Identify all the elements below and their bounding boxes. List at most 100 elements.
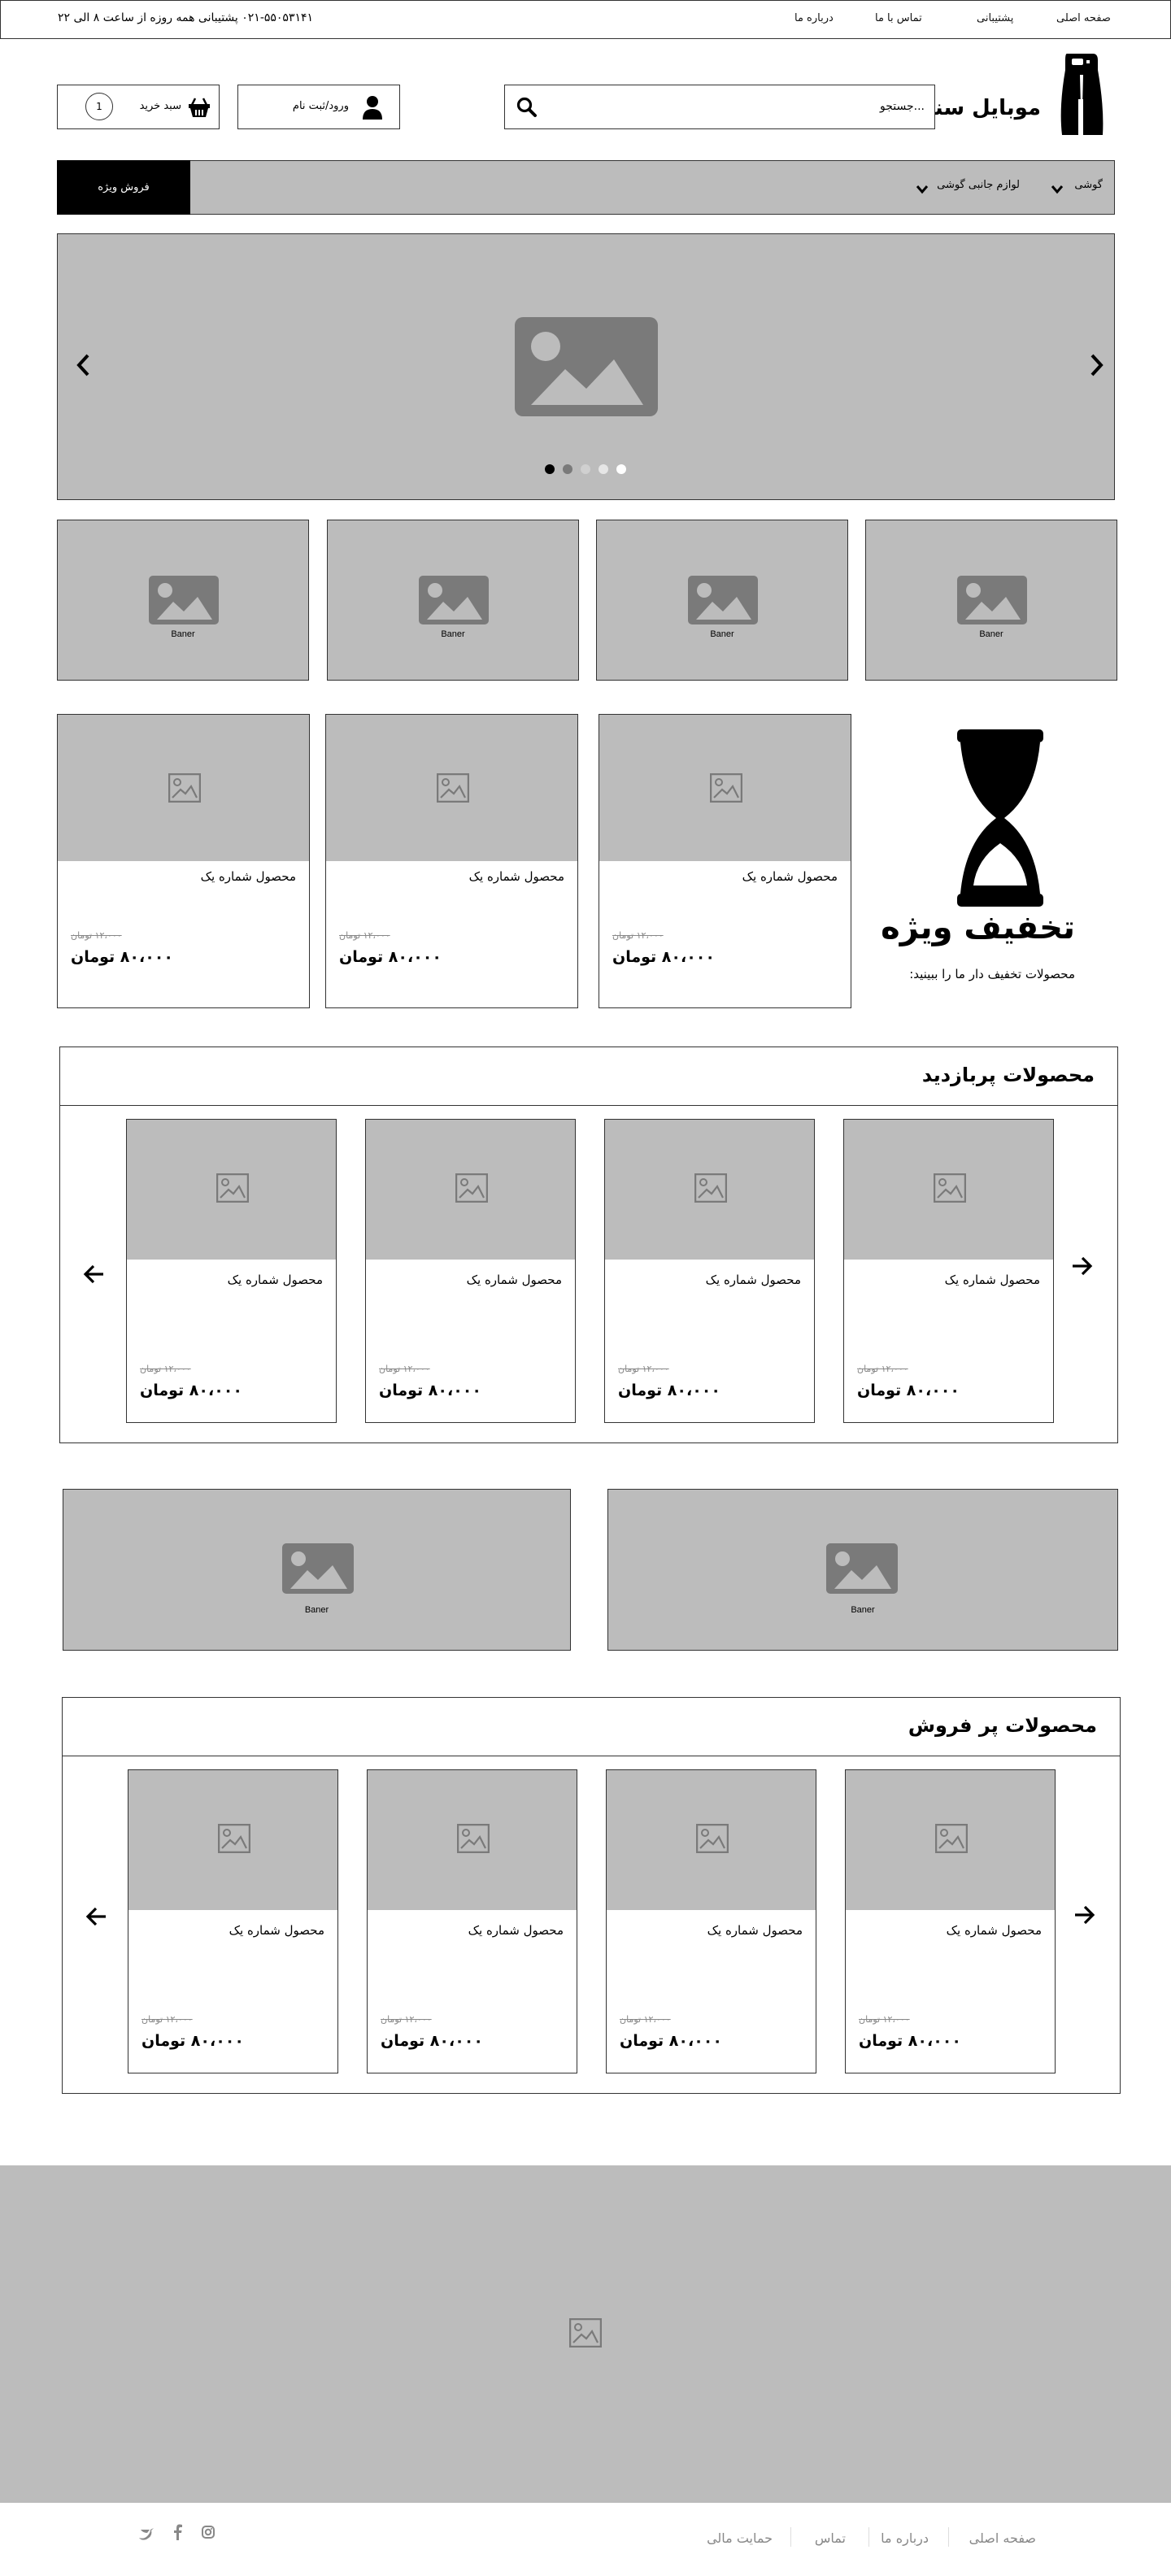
- image-placeholder-icon: [217, 1823, 250, 1856]
- topnav-support-link[interactable]: پشتیبانی: [977, 12, 1013, 24]
- footer-image-area: [0, 2165, 1171, 2503]
- product-card[interactable]: محصول شماره یک ۱۲،۰۰۰ تومان ۸۰،۰۰۰ تومان: [365, 1119, 576, 1423]
- product-card[interactable]: محصول شماره یک ۱۲،۰۰۰ تومان ۸۰،۰۰۰ تومان: [57, 714, 310, 1008]
- user-icon: [362, 95, 383, 123]
- product-title[interactable]: محصول شماره یک: [706, 1273, 801, 1287]
- product-title[interactable]: محصول شماره یک: [467, 1273, 562, 1287]
- product-title[interactable]: محصول شماره یک: [469, 869, 564, 884]
- menu-item-phones[interactable]: گوشی: [1074, 179, 1103, 191]
- banner-label: Baner: [441, 629, 465, 639]
- topnav-home-link[interactable]: صفحه اصلی: [1056, 12, 1111, 24]
- product-price: ۸۰،۰۰۰ تومان: [379, 1382, 481, 1399]
- product-old-price: ۱۲،۰۰۰ تومان: [379, 1364, 430, 1374]
- product-card[interactable]: محصول شماره یک ۱۲،۰۰۰ تومان ۸۰،۰۰۰ تومان: [325, 714, 578, 1008]
- product-image[interactable]: [846, 1770, 1055, 1910]
- image-placeholder-icon: [436, 772, 469, 806]
- menu-item-accessories[interactable]: لوازم جانبی گوشی: [937, 179, 1020, 191]
- product-image[interactable]: [127, 1120, 336, 1260]
- product-price: ۸۰،۰۰۰ تومان: [140, 1382, 242, 1399]
- slider-dot[interactable]: [616, 464, 626, 474]
- product-image[interactable]: [844, 1120, 1053, 1260]
- product-card[interactable]: محصول شماره یک ۱۲،۰۰۰ تومان ۸۰،۰۰۰ تومان: [843, 1119, 1054, 1423]
- instagram-icon[interactable]: [202, 2526, 215, 2542]
- product-image[interactable]: [128, 1770, 337, 1910]
- hero-slider[interactable]: [57, 233, 1115, 500]
- image-placeholder-icon: [957, 576, 1027, 628]
- chevron-left-icon[interactable]: [76, 353, 90, 381]
- slider-dot[interactable]: [581, 464, 590, 474]
- product-old-price: ۱۲،۰۰۰ تومان: [140, 1364, 191, 1374]
- product-card[interactable]: محصول شماره یک ۱۲،۰۰۰ تومان ۸۰،۰۰۰ تومان: [599, 714, 851, 1008]
- product-price: ۸۰،۰۰۰ تومان: [620, 2032, 722, 2050]
- product-title[interactable]: محصول شماره یک: [707, 1923, 803, 1938]
- footer-link-home[interactable]: صفحه اصلی: [969, 2530, 1036, 2546]
- product-price: ۸۰،۰۰۰ تومان: [612, 948, 715, 966]
- product-card[interactable]: محصول شماره یک ۱۲،۰۰۰ تومان ۸۰،۰۰۰ تومان: [604, 1119, 815, 1423]
- product-card[interactable]: محصول شماره یک ۱۲،۰۰۰ تومان ۸۰،۰۰۰ تومان: [128, 1769, 338, 2073]
- product-price: ۸۰،۰۰۰ تومان: [141, 2032, 244, 2050]
- login-button[interactable]: ورود/ثبت نام: [237, 85, 400, 129]
- footer-link-contact[interactable]: تماس: [815, 2530, 846, 2546]
- product-card[interactable]: محصول شماره یک ۱۲،۰۰۰ تومان ۸۰،۰۰۰ تومان: [367, 1769, 577, 2073]
- facebook-icon[interactable]: [172, 2524, 182, 2543]
- topnav-about-link[interactable]: درباره ما: [794, 12, 834, 24]
- slider-dot[interactable]: [563, 464, 572, 474]
- cart-button[interactable]: سبد خرید 1: [57, 85, 220, 129]
- banner-2[interactable]: Baner: [327, 520, 579, 681]
- image-placeholder-icon: [826, 1543, 898, 1597]
- product-old-price: ۱۲،۰۰۰ تومان: [857, 1364, 908, 1374]
- product-title[interactable]: محصول شماره یک: [742, 869, 838, 884]
- product-old-price: ۱۲،۰۰۰ تومان: [339, 930, 390, 941]
- discount-title: تخفیف ویژه: [881, 909, 1075, 946]
- arrow-right-icon[interactable]: [1070, 1254, 1095, 1278]
- search-icon[interactable]: [516, 97, 538, 121]
- product-image[interactable]: [326, 715, 577, 861]
- slider-dot[interactable]: [545, 464, 555, 474]
- arrow-right-icon[interactable]: [1073, 1903, 1097, 1927]
- product-image[interactable]: [599, 715, 851, 861]
- image-placeholder-icon: [456, 1823, 490, 1856]
- footer-link-about[interactable]: درباره ما: [881, 2530, 929, 2546]
- product-title[interactable]: محصول شماره یک: [468, 1923, 564, 1938]
- support-phone-text: ۰۲۱-۵۵۰۵۳۱۴۱ پشتیبانی همه روزه از ساعت ۸…: [58, 11, 314, 24]
- product-card[interactable]: محصول شماره یک ۱۲،۰۰۰ تومان ۸۰،۰۰۰ تومان: [845, 1769, 1056, 2073]
- product-card[interactable]: محصول شماره یک ۱۲،۰۰۰ تومان ۸۰،۰۰۰ تومان: [126, 1119, 337, 1423]
- banner-3[interactable]: Baner: [596, 520, 848, 681]
- special-sale-button[interactable]: فروش ویژه: [57, 160, 190, 215]
- product-title[interactable]: محصول شماره یک: [945, 1273, 1040, 1287]
- product-image[interactable]: [368, 1770, 577, 1910]
- search-input[interactable]: جستجو...: [880, 100, 925, 113]
- chevron-right-icon[interactable]: [1090, 353, 1104, 381]
- topnav-contact-link[interactable]: تماس با ما: [875, 12, 922, 24]
- product-title[interactable]: محصول شماره یک: [228, 1273, 323, 1287]
- banner-1[interactable]: Baner: [57, 520, 309, 681]
- product-image[interactable]: [605, 1120, 814, 1260]
- product-title[interactable]: محصول شماره یک: [201, 869, 296, 884]
- arrow-left-icon[interactable]: [84, 1904, 108, 1929]
- image-placeholder-icon: [933, 1173, 966, 1206]
- image-placeholder-icon: [515, 317, 658, 420]
- banner-4[interactable]: Baner: [865, 520, 1117, 681]
- top-bar: صفحه اصلی پشتیبانی تماس با ما درباره ما …: [0, 0, 1171, 39]
- arrow-left-icon[interactable]: [81, 1262, 106, 1286]
- logo-icon[interactable]: [1056, 50, 1108, 146]
- product-title[interactable]: محصول شماره یک: [229, 1923, 324, 1938]
- banner-wide-1[interactable]: Baner: [63, 1489, 571, 1651]
- banner-wide-2[interactable]: Baner: [607, 1489, 1118, 1651]
- product-image[interactable]: [366, 1120, 575, 1260]
- product-image[interactable]: [607, 1770, 816, 1910]
- chevron-down-icon[interactable]: [916, 182, 929, 198]
- product-title[interactable]: محصول شماره یک: [947, 1923, 1042, 1938]
- footer-link-support[interactable]: حمایت مالی: [707, 2530, 773, 2546]
- hourglass-icon: [957, 729, 1043, 910]
- search-box[interactable]: جستجو...: [504, 85, 935, 129]
- chevron-down-icon[interactable]: [1051, 182, 1064, 198]
- cart-label: سبد خرید: [139, 100, 181, 112]
- product-old-price: ۱۲،۰۰۰ تومان: [71, 930, 122, 941]
- product-card[interactable]: محصول شماره یک ۱۲،۰۰۰ تومان ۸۰،۰۰۰ تومان: [606, 1769, 816, 2073]
- footer-divider: [948, 2527, 949, 2547]
- basket-icon: [188, 97, 211, 121]
- slider-dot[interactable]: [599, 464, 608, 474]
- twitter-icon[interactable]: [138, 2527, 155, 2543]
- product-image[interactable]: [58, 715, 309, 861]
